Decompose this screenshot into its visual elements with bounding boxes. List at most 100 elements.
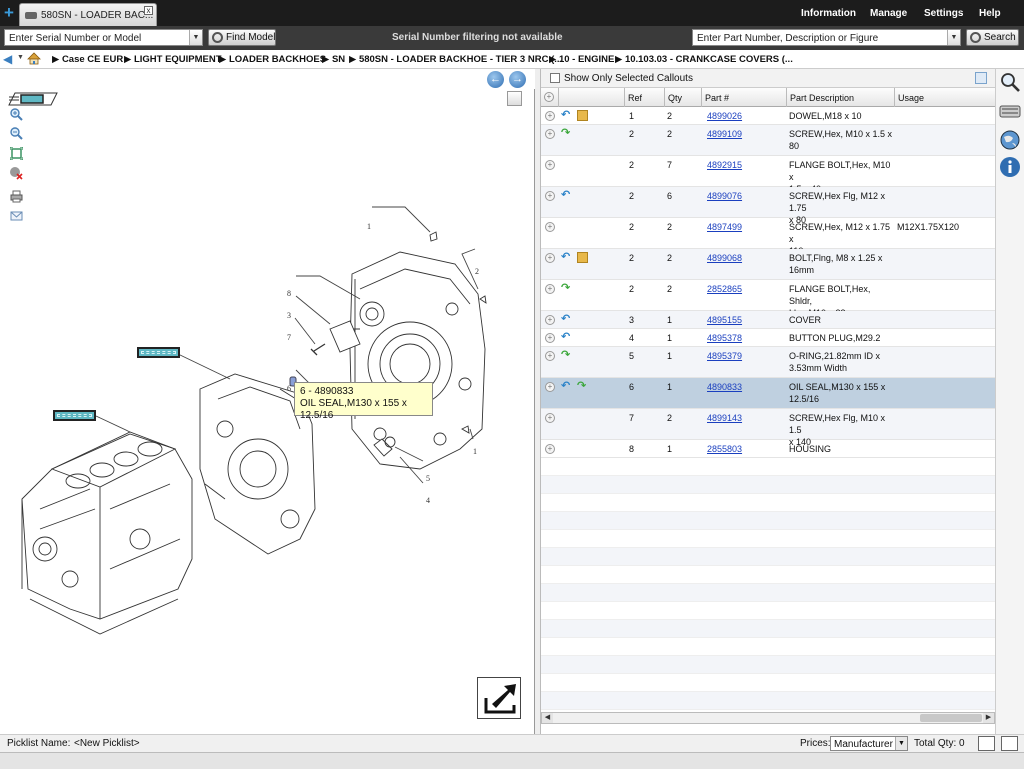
used-in-icon[interactable]: ↶ <box>561 332 572 343</box>
part-number-link[interactable]: 4895379 <box>707 350 742 362</box>
search-icon[interactable] <box>999 71 1021 93</box>
part-number-link[interactable]: 4895155 <box>707 314 742 326</box>
callout-label[interactable]: 1 <box>367 222 371 231</box>
linked-figure-callout[interactable] <box>53 410 96 421</box>
info-icon[interactable] <box>999 156 1021 178</box>
callout-label[interactable]: 3 <box>287 311 291 320</box>
description-column-header[interactable]: Part Description <box>787 88 895 107</box>
chevron-down-icon[interactable]: ▼ <box>895 737 907 750</box>
history-dropdown-icon[interactable]: ▼ <box>17 54 24 61</box>
superseded-icon[interactable]: ↷ <box>577 381 588 392</box>
part-number-link[interactable]: 4899026 <box>707 110 742 122</box>
add-to-picklist-icon[interactable]: + <box>545 129 555 139</box>
back-arrow-icon[interactable]: ◀ <box>3 53 15 65</box>
next-figure-button[interactable]: → <box>509 71 526 88</box>
linked-figure-callout[interactable] <box>137 347 180 358</box>
new-tab-button[interactable]: + <box>2 4 16 22</box>
prices-select[interactable]: Manufacturer ▼ <box>830 736 908 751</box>
search-button[interactable]: Search <box>966 29 1019 46</box>
add-to-picklist-icon[interactable]: + <box>545 351 555 361</box>
part-number-link[interactable]: 4897499 <box>707 221 742 233</box>
table-row[interactable]: + ↶ 3 1 4895155 COVER <box>541 311 995 329</box>
used-in-icon[interactable]: ↶ <box>561 381 572 392</box>
table-row[interactable]: + ↶ 2 2 4899068 BOLT,Flng, M8 x 1.25 x 16mm <box>541 249 995 280</box>
table-row[interactable]: +7 2 4899143 SCREW,Hex Flg, M10 x 1.5 x 140 <box>541 409 995 447</box>
callout-label[interactable]: 1 <box>473 447 477 456</box>
plus-icon[interactable]: + <box>544 92 554 102</box>
table-row[interactable]: + ↷ 5 1 4895379 O-RING,21.82mm ID x 3.53mm Wid… <box>541 347 995 378</box>
table-row[interactable]: + ↶ 4 1 4895378 BUTTON PLUG,M29.2 <box>541 329 995 347</box>
add-to-picklist-icon[interactable]: + <box>545 160 555 170</box>
part-number-link[interactable]: 4899076 <box>707 190 742 202</box>
callout-label[interactable]: 2 <box>475 267 479 276</box>
table-row[interactable]: +274892915FLANGE BOLT,Hex, M10 x1.5 x 40… <box>541 156 995 194</box>
keyboard-icon[interactable] <box>999 100 1021 122</box>
superseded-icon[interactable]: ↷ <box>561 283 572 294</box>
breadcrumb-item[interactable]: ▶ 10 - ENGINE <box>549 54 614 65</box>
callout-label[interactable]: 4 <box>426 496 430 505</box>
table-row[interactable]: + ↶ 1 2 4899026 DOWEL,M18 x 10 <box>541 107 995 125</box>
expand-all-header[interactable]: + <box>541 88 559 107</box>
part-number-link[interactable]: 2855803 <box>707 443 742 455</box>
breadcrumb-item[interactable]: ▶ SN <box>322 54 345 65</box>
part-number-link[interactable]: 2852865 <box>707 283 742 295</box>
superseded-icon[interactable]: ↷ <box>561 128 572 139</box>
chevron-down-icon[interactable]: ▼ <box>947 30 960 45</box>
table-row[interactable]: + ↶ 2 6 4899076 SCREW,Hex Flg, M12 x 1.75 x 80 <box>541 187 995 225</box>
add-to-picklist-icon[interactable]: + <box>545 315 555 325</box>
menu-manage[interactable]: Manage <box>870 8 907 19</box>
add-to-picklist-icon[interactable]: + <box>545 413 555 423</box>
scroll-right-icon[interactable]: ▶ <box>983 713 994 723</box>
part-number-link[interactable]: 4899109 <box>707 128 742 140</box>
breadcrumb-item[interactable]: ▶ LOADER BACKHOES <box>219 54 326 65</box>
package-icon[interactable] <box>577 252 588 263</box>
grid-view-icon[interactable] <box>975 72 987 84</box>
add-to-picklist-icon[interactable]: + <box>545 444 555 454</box>
used-in-icon[interactable]: ↶ <box>561 314 572 325</box>
menu-help[interactable]: Help <box>979 8 1001 19</box>
used-in-icon[interactable]: ↶ <box>561 252 572 263</box>
exploded-diagram[interactable]: 1 2 8 3 7 6 5 4 1 6 - 4890833 OIL SEAL,M… <box>0 89 534 734</box>
callout-label[interactable]: 8 <box>287 289 291 298</box>
part-search-input[interactable]: Enter Part Number, Description or Figure… <box>692 29 961 46</box>
part-number-link[interactable]: 4899068 <box>707 252 742 264</box>
add-to-picklist-icon[interactable]: + <box>545 222 555 232</box>
previous-figure-button[interactable]: ← <box>487 71 504 88</box>
part-number-link[interactable]: 4895378 <box>707 332 742 344</box>
find-model-button[interactable]: Find Model <box>208 29 276 46</box>
globe-icon[interactable] <box>999 129 1021 151</box>
breadcrumb-item[interactable]: ▶ 580SN - LOADER BACKHOE - TIER 3 NRC (.… <box>349 54 562 65</box>
qty-column-header[interactable]: Qty <box>665 88 702 107</box>
part-number-link[interactable]: 4899143 <box>707 412 742 424</box>
scroll-left-icon[interactable]: ◀ <box>542 713 553 723</box>
open-figure-button[interactable] <box>477 677 521 719</box>
add-to-picklist-icon[interactable]: + <box>545 253 555 263</box>
chevron-down-icon[interactable]: ▼ <box>189 30 202 45</box>
add-to-picklist-icon[interactable]: + <box>545 333 555 343</box>
breadcrumb-item[interactable]: ▶ Case CE EUR <box>52 54 123 65</box>
used-in-icon[interactable]: ↶ <box>561 110 572 121</box>
tab-close-button[interactable]: x <box>144 6 153 15</box>
callout-label[interactable]: 6 <box>287 384 291 393</box>
table-row[interactable]: +2 2 4897499 M12X1.75X120 SCREW,Hex, M12 x 1… <box>541 218 995 256</box>
home-icon[interactable] <box>27 52 41 65</box>
ref-column-header[interactable]: Ref <box>625 88 665 107</box>
breadcrumb-item[interactable]: ▶ LIGHT EQUIPMENT <box>124 54 222 65</box>
table-row[interactable]: + ↶ ↷ 6 1 4890833 OIL SEAL,M130 x 155 x 12.5/16 <box>541 378 995 409</box>
add-to-picklist-icon[interactable]: + <box>545 191 555 201</box>
table-row[interactable]: +8 1 2855803 HOUSING <box>541 440 995 458</box>
horizontal-scrollbar[interactable]: ◀ ▶ <box>541 712 995 724</box>
add-to-picklist-icon[interactable]: + <box>545 382 555 392</box>
superseded-icon[interactable]: ↷ <box>561 350 572 361</box>
picklist-name[interactable]: <New Picklist> <box>74 738 140 749</box>
callout-label[interactable]: 7 <box>287 333 291 342</box>
used-in-icon[interactable]: ↶ <box>561 190 572 201</box>
serial-number-input[interactable]: Enter Serial Number or Model ▼ <box>4 29 203 46</box>
maximize-window-icon[interactable] <box>1001 736 1018 751</box>
package-icon[interactable] <box>577 110 588 121</box>
add-to-picklist-icon[interactable]: + <box>545 111 555 121</box>
table-row[interactable]: +↷222852865FLANGE BOLT,Hex, Shldr,Lkg, M… <box>541 280 995 318</box>
show-selected-label[interactable]: Show Only Selected Callouts <box>564 73 693 84</box>
callout-label[interactable]: 5 <box>426 474 430 483</box>
add-to-picklist-icon[interactable]: + <box>545 284 555 294</box>
